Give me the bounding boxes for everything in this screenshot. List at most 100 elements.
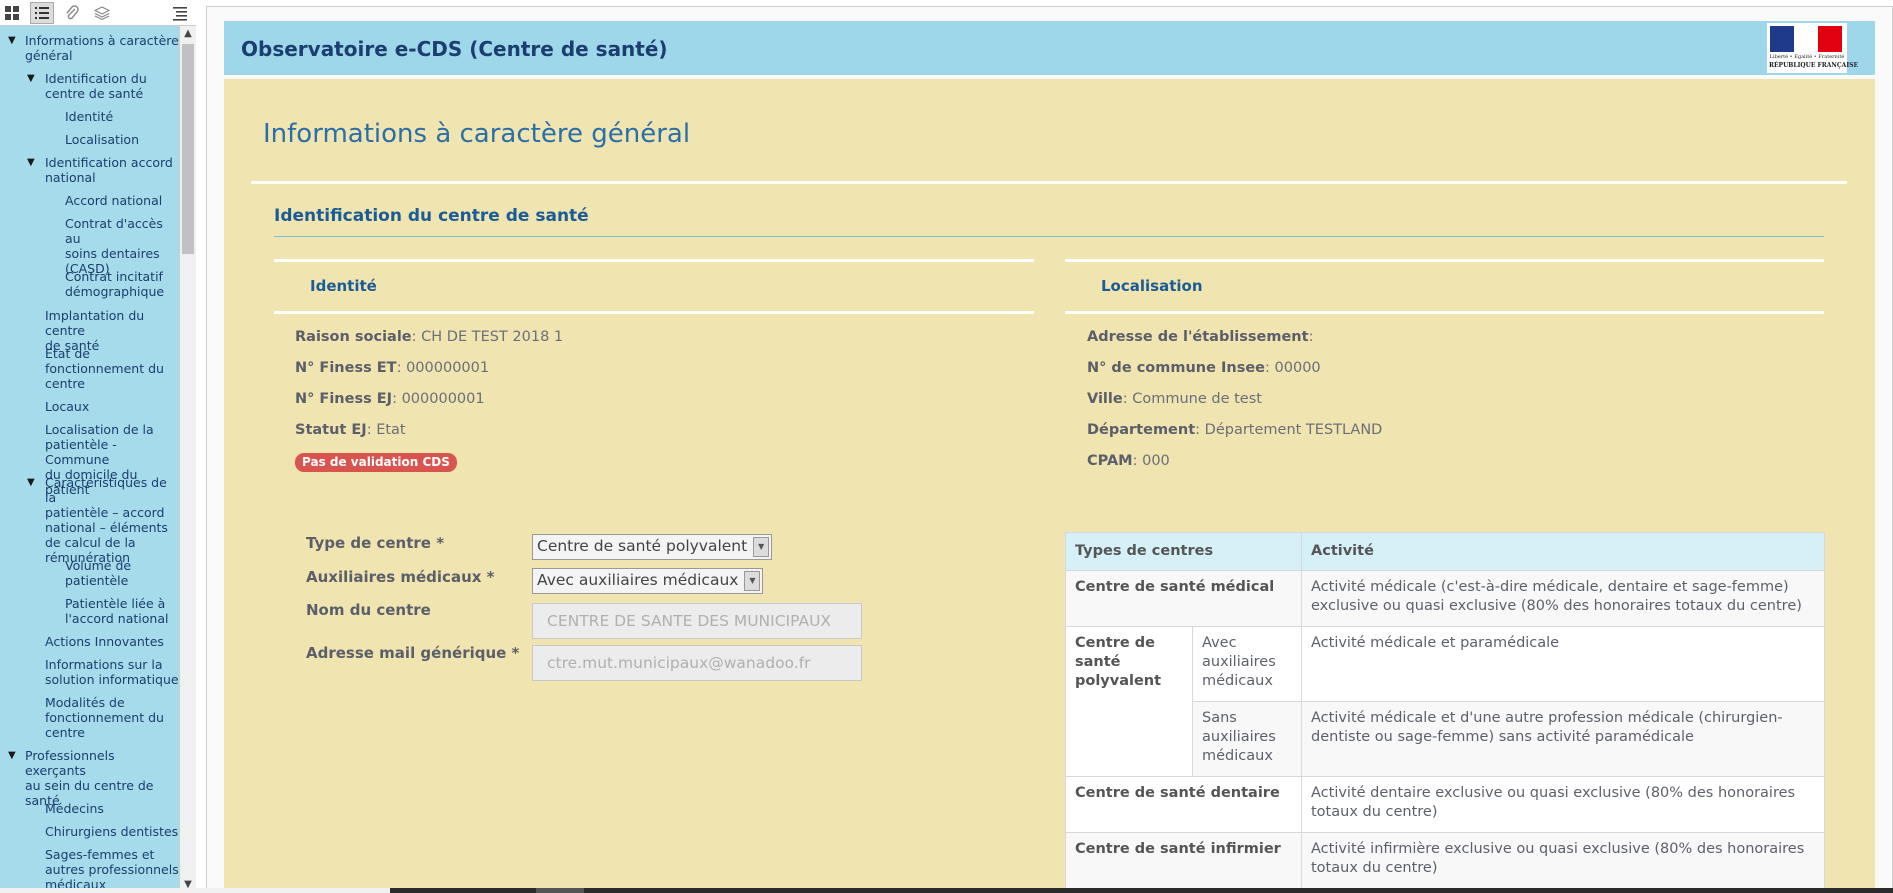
type-centre-select[interactable]: Centre de santé polyvalent ▼ bbox=[532, 534, 773, 560]
sidebar-item[interactable]: Caractéristiques de la patientèle – accor… bbox=[45, 475, 179, 565]
field-value: Commune de test bbox=[1132, 391, 1262, 407]
sidebar-item[interactable]: Informations sur la solution informatique bbox=[45, 657, 179, 687]
field-adresse: Adresse de l'établissement: bbox=[1087, 329, 1314, 345]
sidebar-item-label: autres professionnels bbox=[45, 862, 179, 877]
table-cell: Activité médicale et d'une autre profess… bbox=[1301, 701, 1825, 777]
sidebar-item[interactable]: Etat de fonctionnement du centre bbox=[45, 346, 179, 391]
flag-red-band bbox=[1818, 26, 1842, 52]
scroll-up-icon[interactable]: ▲ bbox=[180, 26, 196, 42]
sidebar-item-label: national – éléments bbox=[45, 520, 168, 535]
sidebar-item-label: Patientèle liée à bbox=[65, 596, 166, 611]
divider bbox=[1065, 259, 1824, 262]
expand-arrow-icon[interactable]: ▼ bbox=[27, 73, 35, 84]
divider bbox=[251, 181, 1847, 184]
chevron-down-icon[interactable]: ▼ bbox=[744, 571, 761, 591]
expand-arrow-icon[interactable]: ▼ bbox=[27, 157, 35, 168]
sidebar-item-label: patientèle bbox=[65, 573, 129, 588]
outline-button[interactable] bbox=[30, 2, 54, 24]
table-row: Centre de santé dentaire Activité dentai… bbox=[1065, 776, 1825, 833]
sidebar-item[interactable]: Médecins bbox=[45, 801, 179, 816]
sidebar-item-label: au sein du centre de bbox=[25, 778, 154, 793]
field-label: Raison sociale bbox=[295, 329, 412, 345]
sidebar-item[interactable]: Chirurgiens dentistes bbox=[45, 824, 179, 839]
table-row: Centre de santé médical Activité médical… bbox=[1065, 570, 1825, 627]
table-cell: Centre de santé médical bbox=[1065, 570, 1302, 627]
nom-centre-input[interactable]: CENTRE DE SANTE DES MUNICIPAUX bbox=[532, 603, 862, 639]
layers-icon bbox=[94, 6, 110, 21]
sidebar-item-label: Identification du bbox=[45, 71, 147, 86]
field-value: CH DE TEST 2018 1 bbox=[421, 329, 564, 345]
nom-centre-label: Nom du centre bbox=[306, 601, 431, 619]
sidebar-item-label: Contrat incitatif bbox=[65, 269, 163, 284]
sidebar-item-label: Chirurgiens dentistes bbox=[45, 824, 179, 839]
logo-republic: RÉPUBLIQUE FRANÇAISE bbox=[1769, 62, 1859, 69]
divider bbox=[274, 236, 1824, 237]
expand-arrow-icon[interactable]: ▼ bbox=[8, 750, 16, 761]
table-header: Activité bbox=[1301, 532, 1825, 571]
sidebar-item-label: patientèle - Commune bbox=[45, 437, 117, 467]
sidebar-item-label: Modalités de bbox=[45, 695, 125, 710]
sidebar-item[interactable]: Modalités de fonctionnement du centre bbox=[45, 695, 179, 740]
sidebar-item[interactable]: Identification accord national bbox=[45, 155, 179, 185]
sidebar-item[interactable]: Identification du centre de santé bbox=[45, 71, 179, 101]
field-ville: Ville: Commune de test bbox=[1087, 391, 1262, 407]
divider bbox=[274, 259, 1034, 262]
sidebar-scrollbar[interactable]: ▲ ▼ bbox=[179, 26, 196, 893]
auxiliaires-select[interactable]: Avec auxiliaires médicaux ▼ bbox=[532, 568, 764, 594]
sidebar-item[interactable]: Sages-femmes et autres professionnels médi… bbox=[45, 847, 179, 892]
table-cell: Activité dentaire exclusive ou quasi exc… bbox=[1301, 776, 1825, 833]
chevron-down-icon[interactable]: ▼ bbox=[753, 537, 770, 557]
field-label: Ville bbox=[1087, 391, 1123, 407]
sidebar-item[interactable]: Localisation bbox=[65, 132, 179, 147]
scroll-thumb[interactable] bbox=[536, 888, 584, 893]
scroll-thumb[interactable] bbox=[182, 44, 194, 254]
divider bbox=[274, 311, 1034, 314]
sidebar-item-label: centre bbox=[45, 376, 85, 391]
sidebar-item-label: Localisation de la bbox=[45, 422, 154, 437]
table-cell: Sans auxiliaires médicaux bbox=[1192, 701, 1302, 777]
sidebar-item[interactable]: Volume de patientèle bbox=[65, 558, 179, 588]
attachments-button[interactable] bbox=[60, 2, 84, 24]
field-label: CPAM bbox=[1087, 453, 1133, 469]
sidebar-item[interactable]: Identité bbox=[65, 109, 179, 124]
sidebar-item-label: Professionnels exerçants bbox=[25, 748, 115, 778]
logo-motto: Liberté • Égalité • Fraternité bbox=[1769, 54, 1845, 60]
sidebar-item-label: Caractéristiques de la bbox=[45, 475, 167, 505]
sidebar-item-label: centre de santé bbox=[45, 86, 144, 101]
field-statut-ej: Statut EJ: Etat bbox=[295, 422, 406, 438]
type-centre-label: Type de centre * bbox=[306, 534, 445, 552]
table-cell: Activité infirmière exclusive ou quasi e… bbox=[1301, 832, 1825, 889]
layers-button[interactable] bbox=[90, 2, 114, 24]
expand-arrow-icon[interactable]: ▼ bbox=[8, 35, 16, 46]
expand-arrow-icon[interactable]: ▼ bbox=[27, 477, 35, 488]
divider bbox=[1065, 311, 1824, 314]
mail-input[interactable]: ctre.mut.municipaux@wanadoo.fr bbox=[532, 645, 862, 681]
thumbnails-button[interactable] bbox=[0, 2, 24, 24]
sidebar-item[interactable]: Patientèle liée à l'accord national bbox=[65, 596, 179, 626]
field-value: 000000001 bbox=[406, 360, 490, 376]
flag-blue-band bbox=[1770, 26, 1794, 52]
sidebar-item[interactable]: Actions Innovantes bbox=[45, 634, 179, 649]
field-value: 000 bbox=[1142, 453, 1170, 469]
options-button[interactable] bbox=[168, 2, 192, 24]
sidebar-item[interactable]: Professionnels exerçants au sein du centr… bbox=[25, 748, 179, 808]
field-value: Etat bbox=[376, 422, 406, 438]
app-title: Observatoire e-CDS (Centre de santé) bbox=[241, 37, 668, 61]
field-departement: Département: Département TESTLAND bbox=[1087, 422, 1383, 438]
table-header: Types de centres bbox=[1065, 532, 1302, 571]
table-cell: Centre de santé dentaire bbox=[1065, 776, 1302, 833]
sidebar-item[interactable]: Contrat d'accès au soins dentaires (CASD) bbox=[65, 216, 179, 276]
sidebar-item-label: patientèle – accord bbox=[45, 505, 165, 520]
sidebar-item[interactable]: Locaux bbox=[45, 399, 179, 414]
table-cell: Centre de santé polyvalent bbox=[1065, 626, 1193, 777]
field-cpam: CPAM: 000 bbox=[1087, 453, 1170, 469]
sidebar-item[interactable]: Contrat incitatif démographique bbox=[65, 269, 179, 299]
horizontal-scrollbar[interactable] bbox=[390, 888, 1893, 893]
table-cell: Activité médicale (c'est-à-dire médicale… bbox=[1301, 570, 1825, 627]
sidebar-item-label: Médecins bbox=[45, 801, 104, 816]
menu-icon bbox=[173, 7, 187, 21]
table-header-row: Types de centres Activité bbox=[1065, 532, 1825, 571]
sidebar-item[interactable]: Informations à caractère général bbox=[25, 33, 179, 63]
sidebar-item[interactable]: Accord national bbox=[65, 193, 179, 208]
grid-icon bbox=[5, 6, 19, 20]
